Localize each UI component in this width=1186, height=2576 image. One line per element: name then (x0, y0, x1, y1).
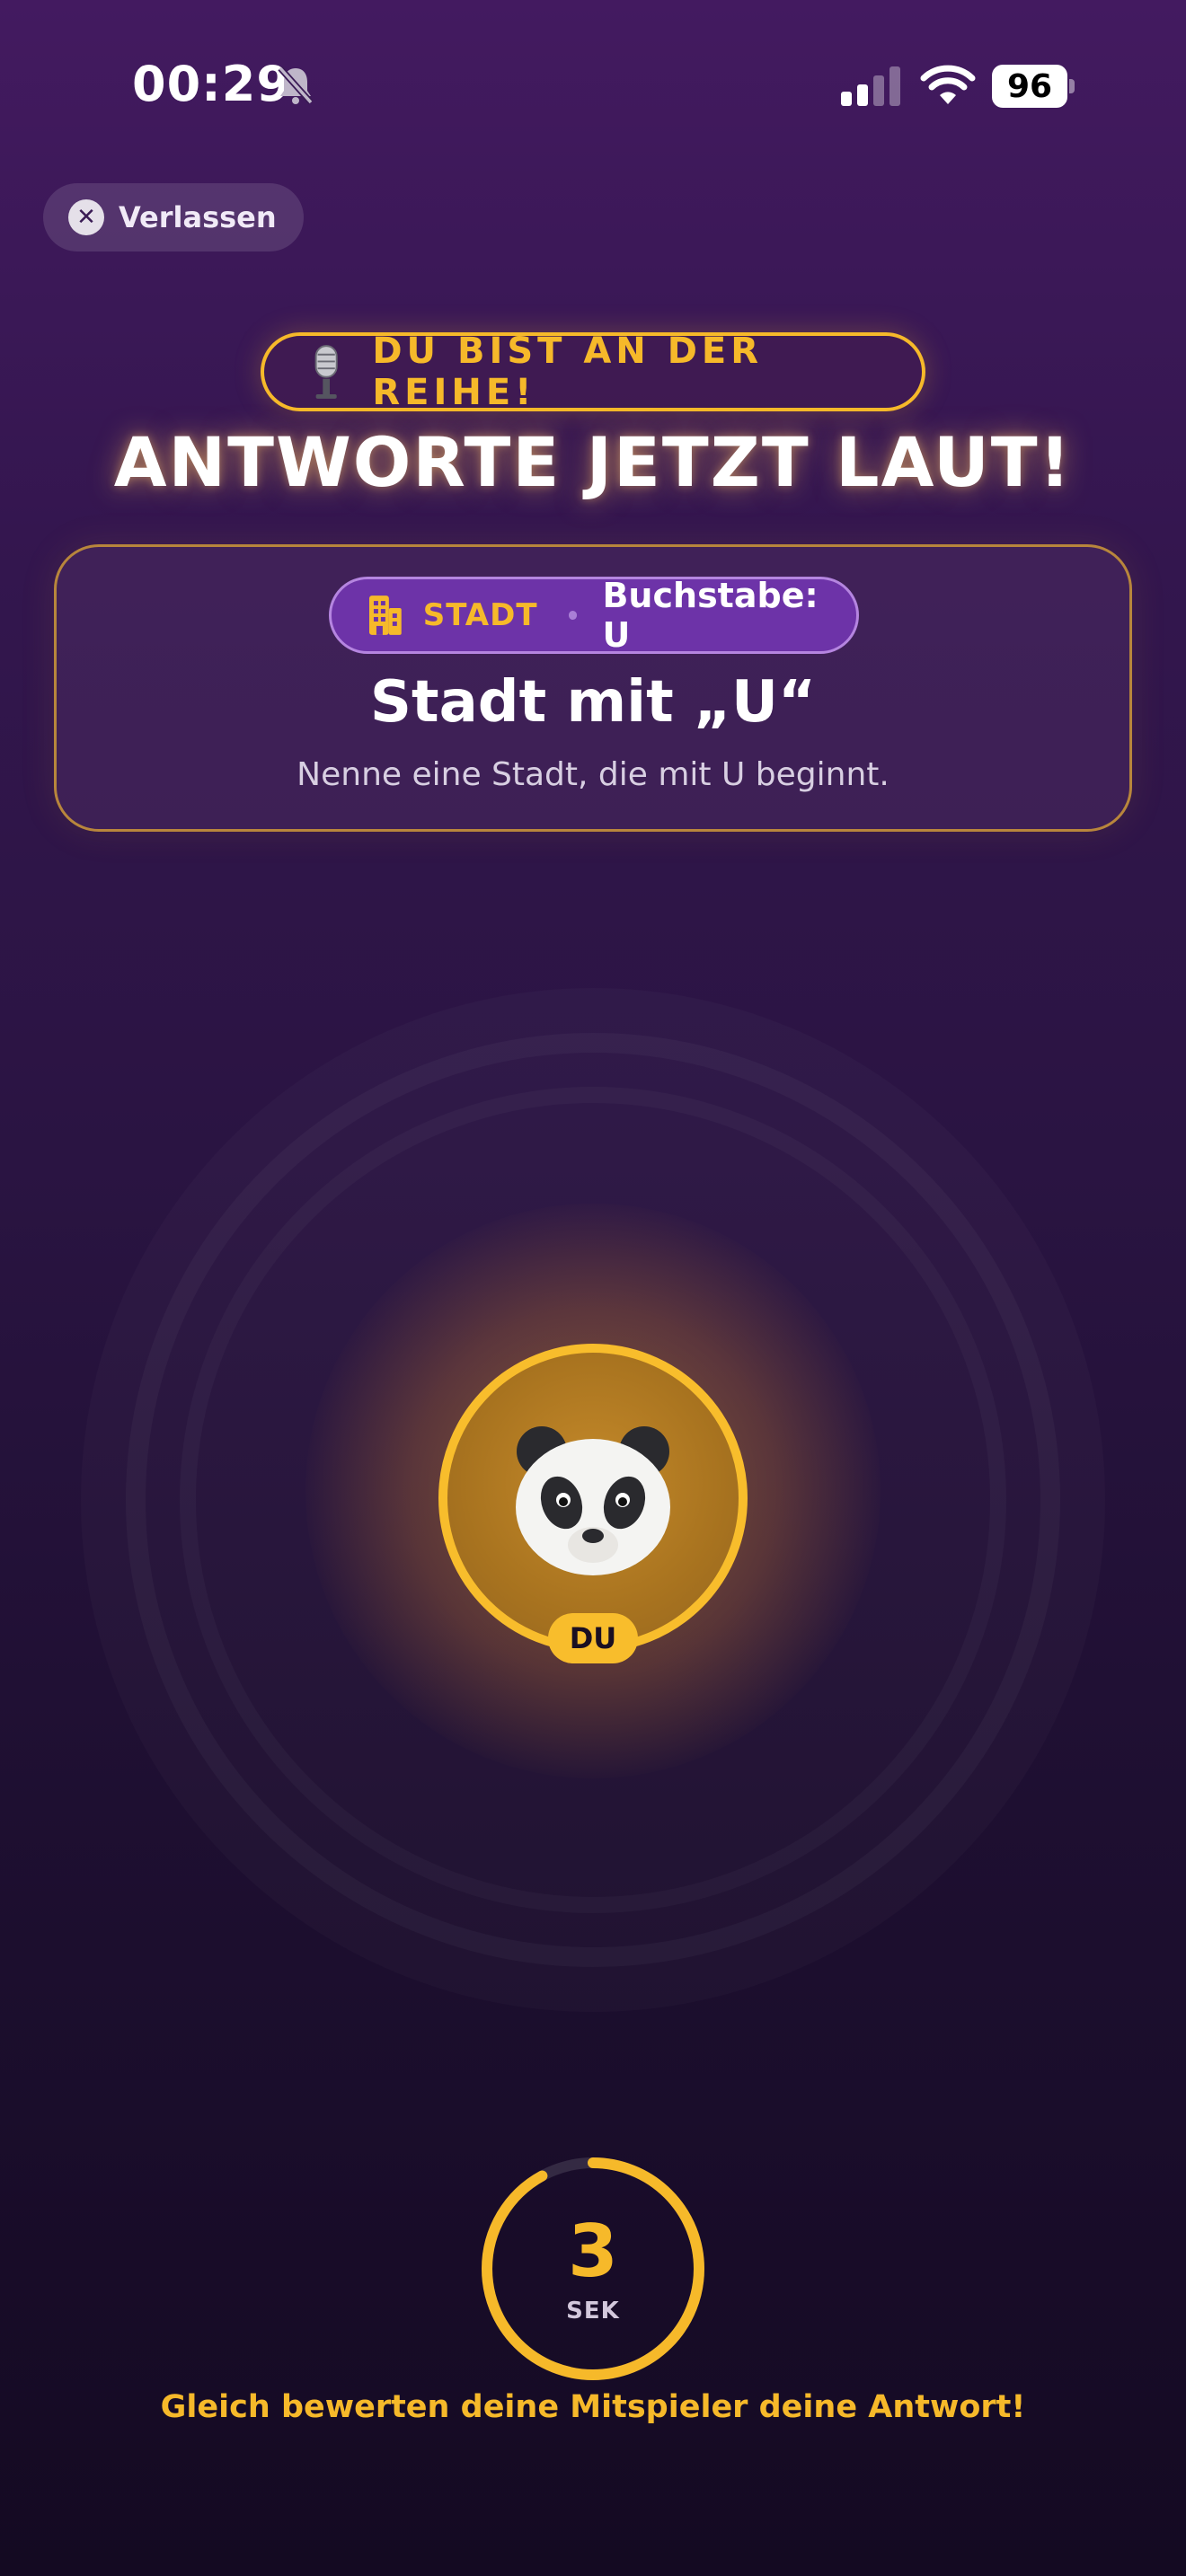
prompt-title: Stadt mit „U“ (369, 669, 817, 736)
status-time: 00:29 (132, 56, 291, 112)
player-avatar (438, 1344, 748, 1653)
leave-button-label: Verlassen (119, 200, 277, 234)
microphone-icon (314, 345, 338, 399)
countdown-value: 3 (568, 2210, 618, 2293)
letter-label: Buchstabe: U (602, 576, 819, 655)
page-headline: ANTWORTE JETZT LAUT! (113, 422, 1073, 502)
turn-indicator-text: DU BIST AN DER REIHE! (372, 331, 764, 413)
category-pill: STADT Buchstabe: U (329, 576, 859, 655)
separator-dot (568, 611, 578, 620)
bell-muted-icon (278, 66, 314, 105)
battery-tip (1069, 79, 1075, 93)
prompt-subtitle: Nenne eine Stadt, die mit U beginnt. (296, 756, 890, 793)
turn-indicator-pill: DU BIST AN DER REIHE! (261, 331, 925, 413)
building-icon (368, 595, 402, 635)
close-icon: ✕ (68, 199, 104, 235)
cellular-signal-icon (841, 66, 900, 106)
category-label: STADT (422, 597, 538, 633)
player-badge: DU (548, 1613, 638, 1663)
panda-icon (516, 1426, 670, 1575)
leave-button[interactable]: ✕ Verlassen (43, 183, 304, 251)
countdown-unit: SEK (566, 2298, 620, 2325)
wifi-icon (920, 65, 976, 104)
footer-note: Gleich bewerten deine Mitspieler deine A… (160, 2389, 1026, 2425)
battery-indicator: 96 (992, 65, 1067, 108)
